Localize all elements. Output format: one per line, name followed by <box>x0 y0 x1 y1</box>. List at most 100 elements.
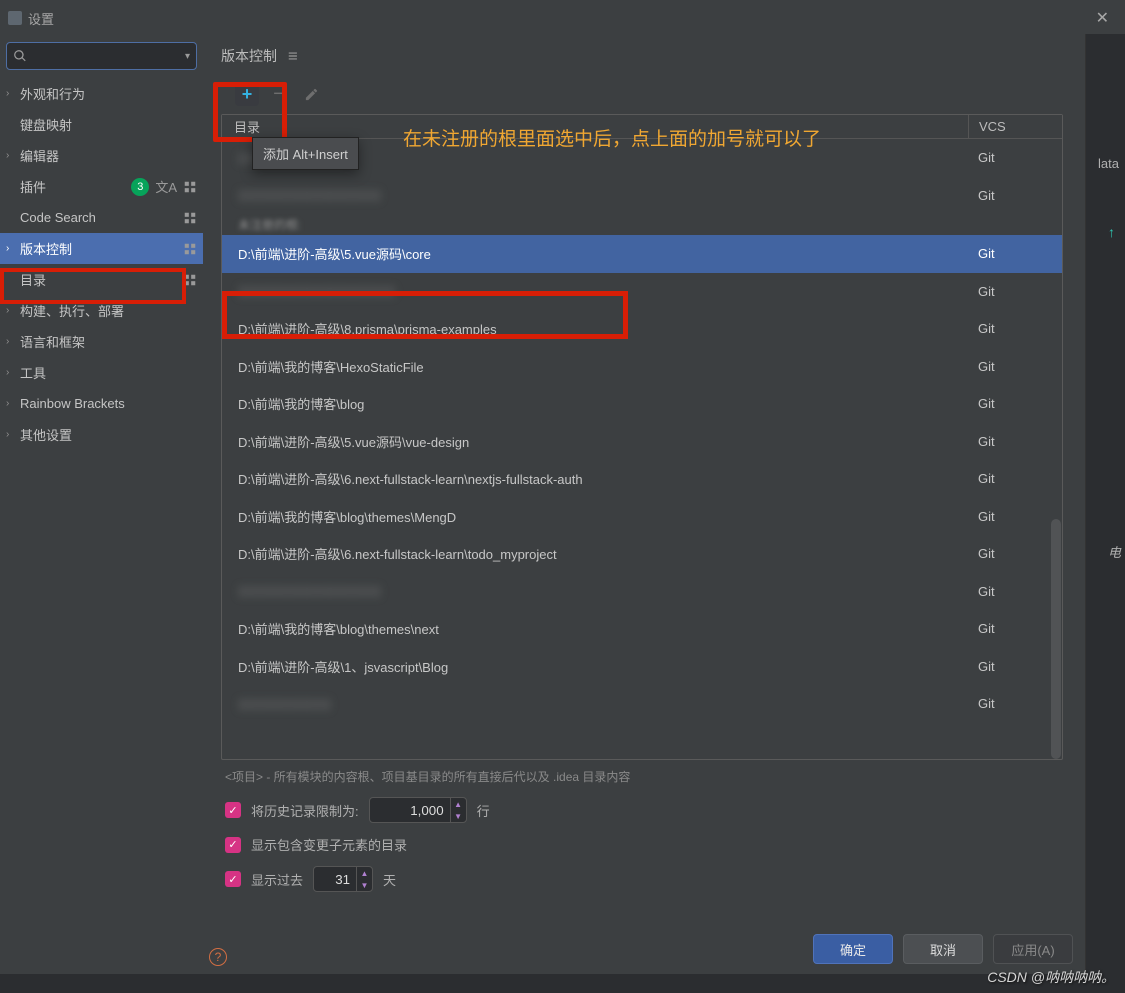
cell-dir: D:\前端\进阶-高级\8.prisma\prisma-examples <box>222 319 968 338</box>
cell-vcs: Git <box>968 188 1062 203</box>
dialog-footer: 确定 取消 应用(A) <box>809 928 1077 970</box>
ok-button[interactable]: 确定 <box>813 934 893 964</box>
annotation-text: 在未注册的根里面选中后，点上面的加号就可以了 <box>403 124 821 151</box>
vcs-table: 目录 VCS 添加 Alt+Insert ▯▯▯▯▯▯▯▯▯▯▯▯▯▯▯Git▯… <box>221 114 1063 760</box>
cell-vcs: Git <box>968 246 1062 261</box>
sidebar-item[interactable]: ›语言和框架 <box>0 326 203 357</box>
add-button[interactable]: + <box>235 82 259 106</box>
table-row[interactable]: D:\前端\进阶-高级\5.vue源码\vue-designGit <box>222 423 1062 461</box>
cell-vcs: Git <box>968 359 1062 374</box>
show-past-checkbox[interactable]: ✓ <box>225 871 241 887</box>
gutter-text: lata <box>1098 156 1119 171</box>
sidebar-item-label: 语言和框架 <box>20 332 85 351</box>
show-past-label: 显示过去 <box>251 870 303 889</box>
cell-vcs: Git <box>968 584 1062 599</box>
settings-scope-icon <box>183 273 197 287</box>
sidebar-item[interactable]: 插件3文A <box>0 171 203 202</box>
cell-dir: D:\前端\我的博客\blog <box>222 394 968 413</box>
table-row[interactable]: ▯▯▯▯▯▯▯▯▯▯▯▯▯▯▯▯▯▯▯▯Git <box>222 177 1062 215</box>
sidebar-item[interactable]: ›构建、执行、部署 <box>0 295 203 326</box>
cell-dir: ▯▯▯▯▯▯▯▯▯▯▯▯▯▯▯▯▯▯▯▯ <box>222 187 968 203</box>
sidebar-item[interactable]: ›其他设置 <box>0 419 203 450</box>
days-input[interactable]: ▲▼ <box>313 866 373 892</box>
cell-dir: D:\前端\我的博客\HexoStaticFile <box>222 357 968 376</box>
cell-vcs: Git <box>968 284 1062 299</box>
sidebar-item-label: 版本控制 <box>20 239 72 258</box>
sidebar-item[interactable]: Code Search <box>0 202 203 233</box>
table-row[interactable]: D:\前端\我的博客\HexoStaticFileGit <box>222 348 1062 386</box>
cell-dir: ▯▯▯▯▯▯▯▯▯▯▯▯▯▯▯▯▯▯▯▯▯▯ <box>222 283 968 299</box>
edit-button[interactable] <box>299 82 323 106</box>
page-title: 版本控制 <box>221 46 277 66</box>
sidebar-item[interactable]: 目录 <box>0 264 203 295</box>
spinner-down-icon[interactable]: ▼ <box>451 810 466 822</box>
breadcrumb: 版本控制 <box>221 42 1075 76</box>
chevron-right-icon: › <box>6 88 16 99</box>
spinner-down-icon[interactable]: ▼ <box>357 879 372 891</box>
search-input[interactable]: ▾ <box>6 42 197 70</box>
window-title: 设置 <box>28 9 54 28</box>
unregistered-roots-label: 未注册的根: <box>222 214 1062 235</box>
show-changed-label: 显示包含变更子元素的目录 <box>251 835 407 854</box>
sidebar-item[interactable]: 键盘映射 <box>0 109 203 140</box>
cell-dir: D:\前端\进阶-高级\1、jsvascript\Blog <box>222 657 968 676</box>
table-row[interactable]: D:\前端\进阶-高级\1、jsvascript\BlogGit <box>222 648 1062 686</box>
sidebar-item-label: 工具 <box>20 363 46 382</box>
limit-history-checkbox[interactable]: ✓ <box>225 802 241 818</box>
settings-scope-icon <box>183 211 197 225</box>
spinner-up-icon[interactable]: ▲ <box>451 798 466 810</box>
cell-dir: D:\前端\我的博客\blog\themes\next <box>222 619 968 638</box>
table-row[interactable]: ▯▯▯▯▯▯▯▯▯▯▯▯▯▯▯▯▯▯▯▯Git <box>222 573 1062 611</box>
apply-button[interactable]: 应用(A) <box>993 934 1073 964</box>
table-row[interactable]: D:\前端\进阶-高级\6.next-fullstack-learn\nextj… <box>222 460 1062 498</box>
cell-vcs: Git <box>968 696 1062 711</box>
cell-vcs: Git <box>968 321 1062 336</box>
settings-scope-icon <box>183 242 197 256</box>
limit-history-input[interactable]: ▲▼ <box>369 797 467 823</box>
meta-description: <项目> - 所有模块的内容根、项目基目录的所有直接后代以及 .idea 目录内… <box>221 760 1075 791</box>
right-gutter: lata ↑ 电 <box>1085 34 1125 974</box>
remove-button[interactable]: − <box>267 82 291 106</box>
sidebar-item[interactable]: › 版本控制 <box>0 233 203 264</box>
settings-scope-icon <box>183 180 197 194</box>
cancel-button[interactable]: 取消 <box>903 934 983 964</box>
watermark: CSDN @呐呐呐呐。 <box>987 967 1115 987</box>
spinner-up-icon[interactable]: ▲ <box>357 867 372 879</box>
col-header-vcs[interactable]: VCS <box>968 115 1062 138</box>
cell-dir: D:\前端\我的博客\blog\themes\MengD <box>222 507 968 526</box>
sidebar-item[interactable]: ›Rainbow Brackets <box>0 388 203 419</box>
cell-vcs: Git <box>968 396 1062 411</box>
title-bar: 设置 ✕ <box>0 0 1125 34</box>
sidebar-item-label: 键盘映射 <box>20 115 72 134</box>
close-icon[interactable]: ✕ <box>1090 4 1115 32</box>
scrollbar[interactable] <box>1051 519 1061 759</box>
table-row[interactable]: D:\前端\我的博客\blogGit <box>222 385 1062 423</box>
sidebar-item-label: Rainbow Brackets <box>20 396 125 411</box>
cell-vcs: Git <box>968 546 1062 561</box>
table-row[interactable]: D:\前端\我的博客\blog\themes\MengDGit <box>222 498 1062 536</box>
table-row[interactable]: D:\前端\我的博客\blog\themes\nextGit <box>222 610 1062 648</box>
table-row[interactable]: ▯▯▯▯▯▯▯▯▯▯▯▯▯Git <box>222 685 1062 723</box>
sidebar-item-label: 构建、执行、部署 <box>20 301 124 320</box>
cell-dir: ▯▯▯▯▯▯▯▯▯▯▯▯▯▯▯▯▯▯▯▯ <box>222 583 968 599</box>
arrow-up-icon: ↑ <box>1108 224 1115 240</box>
cell-vcs: Git <box>968 471 1062 486</box>
chevron-right-icon: › <box>6 243 16 254</box>
cell-vcs: Git <box>968 434 1062 449</box>
sidebar: ▾ ›外观和行为键盘映射›编辑器插件3文ACode Search›版本控制目录›… <box>0 34 203 974</box>
gutter-text-2: 电 <box>1108 542 1121 561</box>
cell-dir: ▯▯▯▯▯▯▯▯▯▯▯▯▯ <box>222 696 968 712</box>
sidebar-item[interactable]: ›外观和行为 <box>0 78 203 109</box>
sidebar-item[interactable]: ›编辑器 <box>0 140 203 171</box>
show-changed-checkbox[interactable]: ✓ <box>225 837 241 853</box>
sidebar-item[interactable]: ›工具 <box>0 357 203 388</box>
table-row[interactable]: D:\前端\进阶-高级\6.next-fullstack-learn\todo_… <box>222 535 1062 573</box>
gear-icon[interactable] <box>287 49 301 63</box>
help-icon[interactable]: ? <box>209 948 227 966</box>
main-panel: 版本控制 + − 在未注册的根里面选中后，点上面的加号就可以了 目录 VCS 添… <box>203 34 1085 974</box>
table-row[interactable]: D:\前端\进阶-高级\5.vue源码\coreGit <box>222 235 1062 273</box>
table-row[interactable]: ▯▯▯▯▯▯▯▯▯▯▯▯▯▯▯▯▯▯▯▯▯▯Git <box>222 273 1062 311</box>
table-row[interactable]: D:\前端\进阶-高级\8.prisma\prisma-examplesGit <box>222 310 1062 348</box>
days-unit: 天 <box>383 870 396 889</box>
sidebar-item-label: Code Search <box>20 210 96 225</box>
